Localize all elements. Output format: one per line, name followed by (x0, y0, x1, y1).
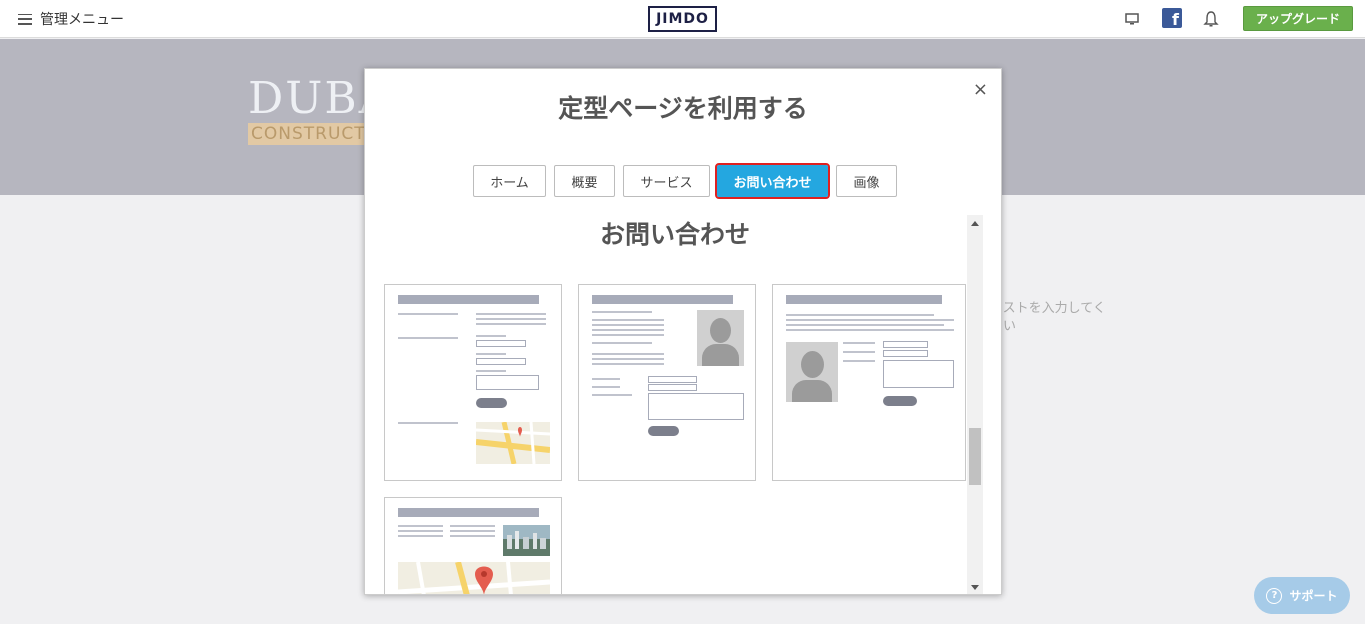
top-bar: 管理メニュー JIMDO f アップグレード (0, 0, 1365, 38)
site-body-text: キストを入力してく さい (990, 300, 1106, 336)
support-label: サポート (1289, 589, 1338, 603)
scroll-up-arrow-icon[interactable] (971, 221, 979, 226)
template-card-contact-4[interactable] (384, 497, 562, 594)
template-tabs: ホーム 概要 サービス お問い合わせ 画像 (473, 163, 905, 199)
tab-home[interactable]: ホーム (473, 165, 546, 197)
tab-contact[interactable]: お問い合わせ (715, 163, 830, 199)
person-photo-placeholder (697, 310, 744, 366)
site-body-text-line: さい (990, 319, 1017, 334)
hamburger-icon (18, 13, 32, 25)
template-card-contact-1[interactable] (384, 284, 562, 481)
modal-scrollbar[interactable] (967, 215, 983, 594)
jimdo-logo[interactable]: JIMDO (648, 6, 717, 32)
map-thumbnail (398, 562, 550, 594)
notification-bell-icon[interactable] (1203, 10, 1219, 28)
template-card-contact-3[interactable] (772, 284, 966, 481)
help-icon: ? (1266, 587, 1283, 604)
template-card-contact-2[interactable] (578, 284, 756, 481)
site-subtitle: CONSTRUCT (248, 123, 369, 145)
template-list: お問い合わせ (365, 215, 985, 594)
scroll-thumb[interactable] (969, 428, 981, 485)
tab-images[interactable]: 画像 (836, 165, 897, 197)
facebook-icon[interactable]: f (1162, 8, 1182, 28)
tab-overview[interactable]: 概要 (554, 165, 615, 197)
map-thumbnail (476, 422, 550, 464)
page-template-modal: × 定型ページを利用する ホーム 概要 サービス お問い合わせ 画像 お問い合わ… (364, 68, 1002, 595)
site-body-text-line: キストを入力してく (990, 301, 1106, 316)
person-photo-placeholder (786, 342, 838, 402)
scroll-down-arrow-icon[interactable] (971, 585, 979, 590)
upgrade-button[interactable]: アップグレード (1243, 6, 1353, 31)
admin-menu-label: 管理メニュー (40, 12, 124, 28)
modal-title: 定型ページを利用する (558, 94, 808, 123)
city-photo-thumbnail (503, 525, 550, 556)
section-title: お問い合わせ (599, 220, 750, 249)
support-button[interactable]: ? サポート (1254, 577, 1350, 614)
admin-menu-button[interactable]: 管理メニュー (18, 9, 124, 29)
tab-services[interactable]: サービス (623, 165, 710, 197)
desktop-preview-icon[interactable] (1124, 11, 1140, 27)
